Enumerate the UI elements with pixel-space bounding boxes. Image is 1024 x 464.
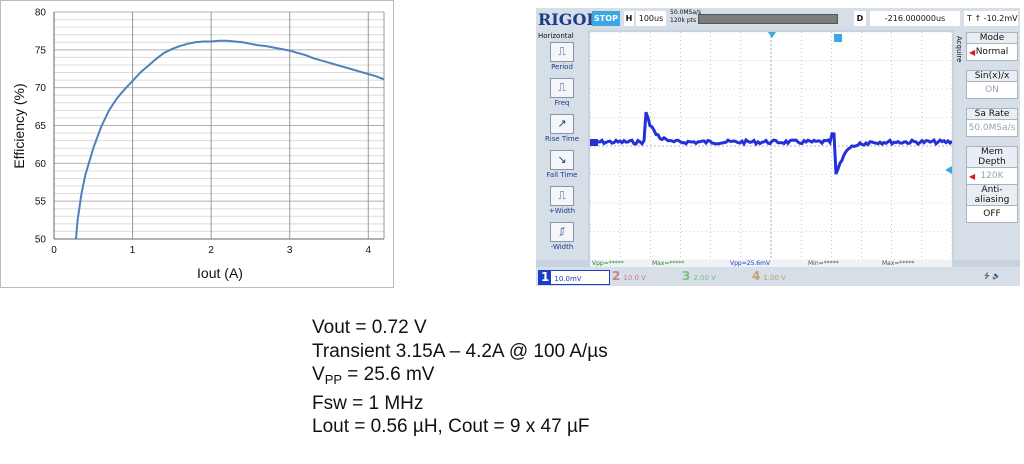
fall-time-icon: ↘ (550, 150, 574, 170)
y-tick-label: 55 (35, 197, 47, 208)
delay-label: D (854, 11, 866, 26)
frequency-icon: ⎍ (550, 78, 574, 98)
x-tick-label: 3 (287, 245, 293, 256)
timebase-label: H (624, 11, 634, 26)
negative-width-icon: ⎎ (550, 222, 574, 242)
delay-value[interactable]: -216.000000us (870, 11, 960, 26)
measurement-min-empty: Min=***** (808, 260, 839, 267)
left-arrow-icon: ◀ (969, 48, 976, 57)
measure-positive-width-button[interactable]: ⎍ +Width (542, 186, 582, 215)
measure-rise-time-button[interactable]: ↗ Rise Time (542, 114, 582, 143)
y-tick-label: 75 (35, 45, 47, 56)
sample-rate-readout: 50.0MSa/s 120k pts (670, 9, 701, 24)
vpp-line: VPP = 25.6 mV (312, 364, 435, 387)
y-tick-label: 60 (35, 159, 47, 170)
memory-points: 120k pts (670, 17, 697, 24)
rigol-logo: RIGOL (538, 10, 598, 29)
x-axis-label: Iout (A) (197, 265, 243, 281)
period-icon: ⎍ (550, 42, 574, 62)
efficiency-chart: 0 1 2 3 4 50 55 60 65 70 75 80 Iout (A) Efficiency … (11, 8, 385, 281)
left-arrow-icon: ◀ (969, 172, 976, 181)
timebase-value[interactable]: 100us (636, 11, 666, 26)
anti-aliasing-setting[interactable]: Anti-aliasing OFF (966, 184, 1018, 223)
positive-width-icon: ⎍ (550, 186, 574, 206)
trigger-label: T (967, 14, 972, 23)
sample-rate: 50.0MSa/s (670, 9, 702, 16)
acquire-tab[interactable]: Acquire (955, 36, 963, 62)
fsw-line: Fsw = 1 MHz (312, 392, 424, 414)
efficiency-series-line (75, 39, 385, 240)
measurement-max-empty-2: Max=***** (882, 260, 915, 267)
trigger-position-marker (768, 32, 776, 38)
waveform-svg (590, 32, 952, 260)
usb-icon: ⭍ 🔈 (984, 272, 1001, 280)
oscilloscope-screenshot: RIGOL STOP H 100us 50.0MSa/s 120k pts D … (536, 8, 1020, 286)
trigger-level: -10.2mV (983, 14, 1018, 23)
sample-rate-setting[interactable]: Sa Rate 50.0MSa/s (966, 108, 1018, 137)
scope-status-bar: RIGOL STOP H 100us 50.0MSa/s 120k pts D … (536, 8, 1020, 30)
y-axis-label: Efficiency (%) (11, 83, 27, 168)
delay-marker (834, 34, 842, 42)
lc-line: Lout = 0.56 µH, Cout = 9 x 47 µF (312, 416, 590, 437)
x-tick-label: 1 (130, 245, 136, 256)
measure-fall-time-button[interactable]: ↘ Fall Time (542, 150, 582, 179)
measure-period-button[interactable]: ⎍ Period (542, 42, 582, 71)
rise-time-icon: ↗ (550, 114, 574, 134)
measurement-bar: Vpp=***** Max=***** Vpp=25.6mV Min=*****… (590, 260, 952, 267)
waveform-display (590, 32, 952, 260)
measurement-max-empty: Max=***** (652, 260, 685, 267)
menu-title: Horizontal (538, 32, 574, 40)
measurement-vpp-empty: Vpp=***** (592, 260, 624, 267)
channel-3-indicator[interactable]: 3 2.00 V (682, 270, 748, 283)
trigger-level-marker (945, 166, 952, 174)
sinx-setting[interactable]: Sin(x)/x ON (966, 70, 1018, 99)
acquire-menu: Acquire Mode ◀ Normal Sin(x)/x ON Sa Rate… (954, 30, 1020, 260)
y-tick-label: 80 (35, 8, 47, 19)
trigger-edge-icon: ↑ (974, 14, 984, 23)
measurement-vpp: Vpp=25.6mV (730, 260, 771, 267)
channel-1-indicator[interactable]: 1 10.0mV (538, 270, 610, 285)
y-tick-label: 65 (35, 121, 47, 132)
measure-negative-width-button[interactable]: ⎎ -Width (542, 222, 582, 251)
acquire-mode-setting[interactable]: Mode ◀ Normal (966, 32, 1018, 61)
channel-1-ground-marker (590, 139, 598, 146)
channel-4-indicator[interactable]: 4 1.00 V (752, 270, 818, 283)
x-tick-label: 4 (366, 245, 372, 256)
channel-bar: 1 10.0mV 2 10.0 V 3 2.00 V 4 1.00 V ⭍ 🔈 (536, 267, 1020, 286)
efficiency-chart-panel: 0 1 2 3 4 50 55 60 65 70 75 80 Iout (A) Efficiency … (0, 0, 394, 288)
transient-line: Transient 3.15A – 4.2A @ 100 A/µs (312, 340, 608, 362)
x-tick-label: 0 (51, 245, 57, 256)
run-status-badge[interactable]: STOP (592, 11, 620, 26)
channel-2-indicator[interactable]: 2 10.0 V (612, 270, 678, 283)
x-tick-label: 2 (208, 245, 214, 256)
y-tick-label: 70 (35, 83, 47, 94)
test-conditions: Vout = 0.72 V Transient 3.15A – 4.2A @ 1… (312, 316, 608, 439)
y-tick-label: 50 (35, 235, 47, 246)
trigger-readout[interactable]: T ↑ -10.2mV (964, 11, 1018, 26)
memory-position-bar[interactable] (698, 14, 838, 24)
vout-line: Vout = 0.72 V (312, 317, 427, 338)
mem-depth-setting[interactable]: Mem Depth ◀ 120K (966, 146, 1018, 185)
measure-freq-button[interactable]: ⎍ Freq (542, 78, 582, 107)
horizontal-measure-menu: Horizontal ⎍ Period ⎍ Freq ↗ Rise Time ↘… (536, 30, 588, 260)
